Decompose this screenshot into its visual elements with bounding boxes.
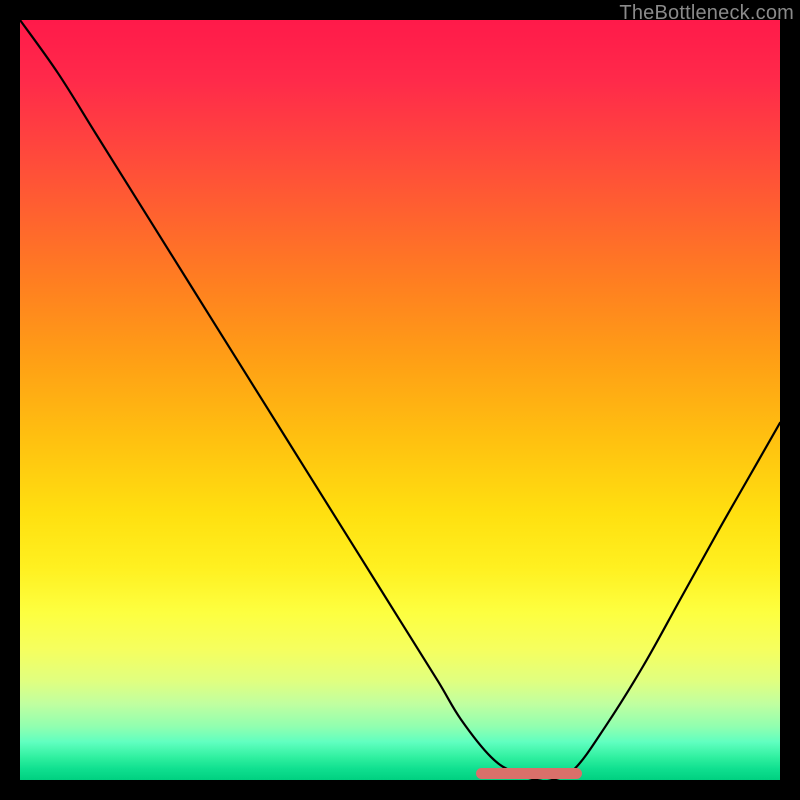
- bottleneck-curve-line: [20, 20, 780, 780]
- curve-svg: [20, 20, 780, 780]
- plot-area: [20, 20, 780, 780]
- watermark-text: TheBottleneck.com: [619, 2, 794, 25]
- chart-container: TheBottleneck.com: [0, 0, 800, 800]
- optimal-range-marker: [476, 768, 582, 779]
